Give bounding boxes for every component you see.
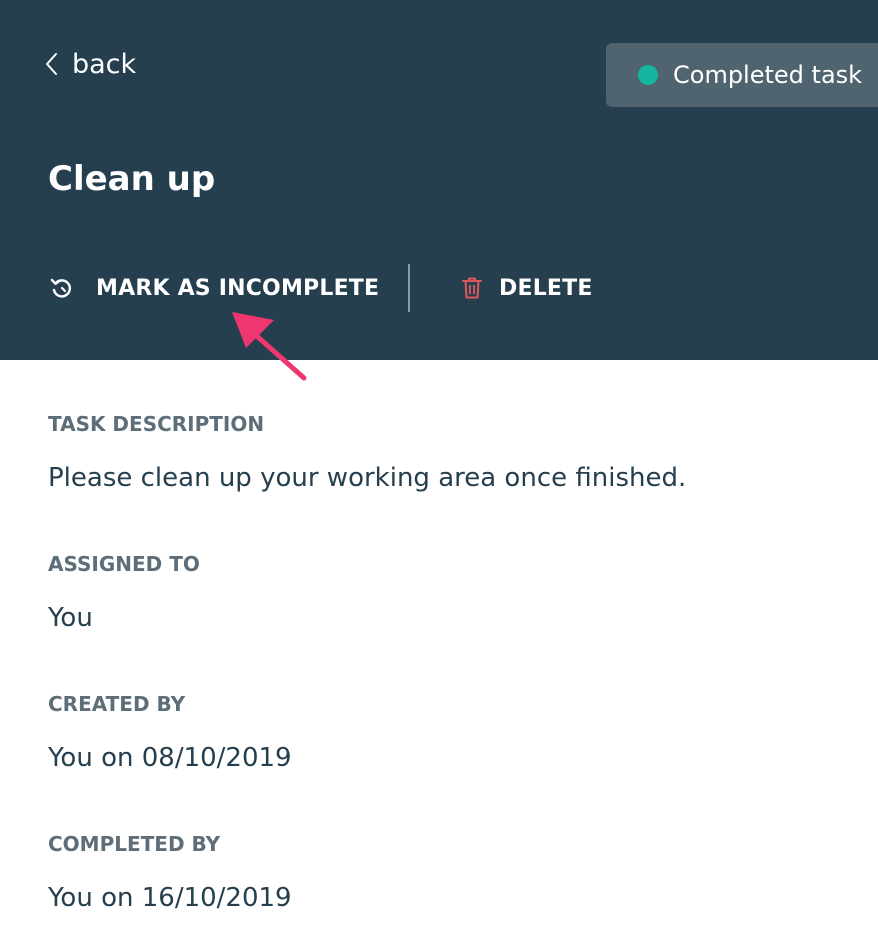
delete-button[interactable]: DELETE xyxy=(458,264,593,312)
undo-icon xyxy=(48,274,76,302)
task-description-section: TASK DESCRIPTION Please clean up your wo… xyxy=(48,404,848,506)
status-label: Completed task xyxy=(673,61,863,89)
task-header: back Completed task Clean up MARK AS INC… xyxy=(0,0,878,360)
delete-label: DELETE xyxy=(499,275,593,301)
assigned-to-value: You xyxy=(48,603,93,633)
page-title: Clean up xyxy=(48,159,216,199)
mark-incomplete-button[interactable]: MARK AS INCOMPLETE xyxy=(48,264,379,312)
task-description-label: TASK DESCRIPTION xyxy=(48,412,265,436)
created-by-label: CREATED BY xyxy=(48,692,186,716)
task-details: TASK DESCRIPTION Please clean up your wo… xyxy=(48,404,848,940)
status-dot-icon xyxy=(638,65,658,85)
status-badge: Completed task xyxy=(606,43,878,107)
task-detail-page: back Completed task Clean up MARK AS INC… xyxy=(0,0,878,940)
task-description-value: Please clean up your working area once f… xyxy=(48,463,687,493)
created-by-section: CREATED BY You on 08/10/2019 xyxy=(48,684,848,786)
actions-divider xyxy=(408,264,410,312)
chevron-left-icon xyxy=(44,44,66,84)
created-by-value: You on 08/10/2019 xyxy=(48,743,292,773)
trash-icon xyxy=(458,274,486,302)
back-label: back xyxy=(72,48,137,80)
completed-by-label: COMPLETED BY xyxy=(48,832,221,856)
completed-by-value: You on 16/10/2019 xyxy=(48,883,292,913)
assigned-to-section: ASSIGNED TO You xyxy=(48,544,848,646)
annotation-arrow xyxy=(232,312,307,381)
completed-by-section: COMPLETED BY You on 16/10/2019 xyxy=(48,824,848,926)
back-link[interactable]: back xyxy=(44,44,136,84)
assigned-to-label: ASSIGNED TO xyxy=(48,552,200,576)
mark-incomplete-label: MARK AS INCOMPLETE xyxy=(96,275,380,301)
